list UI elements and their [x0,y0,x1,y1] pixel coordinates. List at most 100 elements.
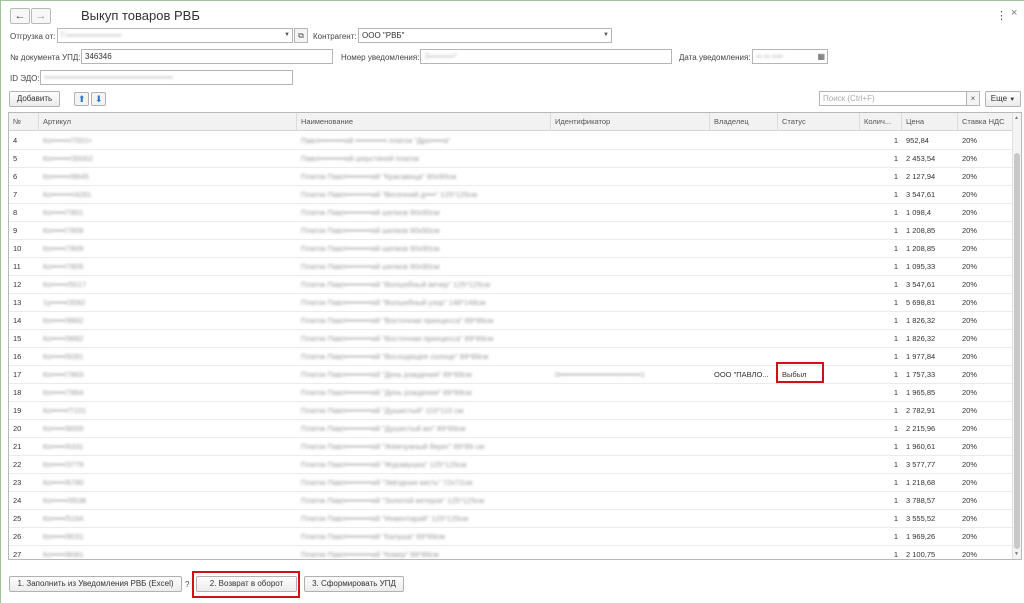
col-number[interactable]: № [9,113,39,131]
cell-art: Ко•••••/3779 [43,460,84,469]
scroll-down-icon[interactable]: ▼ [1014,551,1019,557]
cell-owner [710,330,778,348]
move-up-button[interactable]: ⬆ [74,92,89,106]
table-row[interactable]: 23 Ко•••••/6780 Платок Павл••••••••••ий "З… [9,474,1013,492]
scrollbar-thumb[interactable] [1014,153,1020,549]
table-row[interactable]: 19 Ко••••••/7101 Платок Павл••••••••••ий "… [9,402,1013,420]
back-button[interactable]: ← [10,8,30,24]
table-row[interactable]: 8 Ко•••••/7801 Платок Павл••••••••••ий шел… [9,204,1013,222]
cell-name: Павл••••••••••ий шерстяной платок [301,154,419,163]
calendar-icon[interactable]: ▦ [817,50,825,63]
cell-id [551,456,710,474]
col-article[interactable]: Артикул [39,113,297,131]
table-row[interactable]: 15 Ко•••••/9882 Платок Павл••••••••••ий "В… [9,330,1013,348]
cell-name: Павл••••••••••ий •••••••••••• платок "Др… [301,136,451,145]
cell-qty: 1 [893,244,898,253]
scroll-up-icon[interactable]: ▲ [1014,115,1019,121]
shipment-field[interactable]: Г•••••••••••••••••••• ▼ [57,28,293,43]
cell-status [778,312,860,330]
table-row[interactable]: 25 Ко•••••/5164 Платок Павл••••••••••ий "И… [9,510,1013,528]
notice-number-field[interactable]: З•••••••••* [420,49,672,64]
chevron-down-icon[interactable]: ▼ [603,29,609,42]
move-down-button[interactable]: ⬇ [91,92,106,106]
table-row[interactable]: 24 Ко••••••/9538 Платок Павл••••••••••ий "… [9,492,1013,510]
cell-name: Платок Павл••••••••••ий "Золотой ветерок… [301,496,485,505]
table-row[interactable]: 14 Ко•••••/9882 Платок Павл••••••••••ий "В… [9,312,1013,330]
table-row[interactable]: 27 Ко•••••/8081 Платок Павл••••••••••ий "К… [9,546,1013,559]
table-row[interactable]: 13 1у••••••/3582 Платок Павл••••••••••ий "… [9,294,1013,312]
clear-search-button[interactable]: × [966,91,980,106]
help-icon[interactable]: ? [185,580,189,589]
cell-id: 0•••••••••••••••••••••••••••••••1 [555,370,645,379]
search-input[interactable]: Поиск (Ctrl+F) [819,91,969,106]
cell-price: 1 757,33 [906,370,936,379]
table-row[interactable]: 6 Ко•••••••/8645 Платок Павл••••••••••ий "… [9,168,1013,186]
col-quantity[interactable]: Колич... [860,113,902,131]
col-vat[interactable]: Ставка НДС [958,113,1013,131]
cell-price: 5 698,81 [906,298,936,307]
cell-price: 1 965,85 [906,388,936,397]
status-highlight-box [776,362,824,383]
col-identifier[interactable]: Идентификатор [551,113,710,131]
goods-table[interactable]: № Артикул Наименование Идентификатор Вла… [8,112,1022,560]
cell-vat: 20% [962,190,978,199]
cell-art: Ко•••••/9882 [43,334,84,343]
cell-qty: 1 [893,298,898,307]
cell-vat: 20% [962,550,978,559]
table-row[interactable]: 17 Ко•••••/7863 Платок Павл••••••••••ий "Д… [9,366,1013,384]
table-row[interactable]: 5 Ко•••••••/30002 Павл••••••••••ий шерстян… [9,150,1013,168]
cell-status [778,510,860,528]
table-row[interactable]: 20 Ко•••••/8009 Платок Павл••••••••••ий "Д… [9,420,1013,438]
table-row[interactable]: 11 Ко•••••/7805 Платок Павл••••••••••ий ше… [9,258,1013,276]
cell-vat: 20% [962,478,978,487]
add-button[interactable]: Добавить [9,91,60,107]
cell-id [551,294,710,312]
cell-name: Платок Павл••••••••••ий "Душистый мо" 89… [301,424,466,433]
col-price[interactable]: Цена [902,113,958,131]
counterparty-field[interactable]: ООО "РВБ" ▼ [358,28,612,43]
table-row[interactable]: 22 Ко•••••/3779 Платок Павл••••••••••ий "Ж… [9,456,1013,474]
upd-number-field[interactable]: 346346 [81,49,333,64]
cell-art: Ко•••••/8009 [43,424,84,433]
table-row[interactable]: 12 Ко••••••/5017 Платок Павл••••••••••ий "… [9,276,1013,294]
cell-price: 2 127,94 [906,172,936,181]
table-row[interactable]: 18 Ко•••••/7864 Платок Павл••••••••••ий "Д… [9,384,1013,402]
cell-name: Платок Павл••••••••••ий "Восточная принц… [301,334,494,343]
cell-price: 1 960,61 [906,442,936,451]
cell-vat: 20% [962,298,978,307]
table-scrollbar[interactable]: ▲ ▼ [1012,113,1021,559]
table-row[interactable]: 21 Ко•••••/6331 Платок Павл••••••••••ий "Ж… [9,438,1013,456]
col-status[interactable]: Статус [778,113,860,131]
table-row[interactable]: 7 Ко••••••••/4281 Платок Павл••••••••••ий … [9,186,1013,204]
table-row[interactable]: 10 Ко•••••/7809 Платок Павл••••••••••ий ше… [9,240,1013,258]
shipment-value: Г•••••••••••••••••••• [61,31,122,40]
table-row[interactable]: 4 Ко•••••••/7001• Павл••••••••••ий •••••••… [9,132,1013,150]
generate-upd-button[interactable]: 3. Сформировать УПД [304,576,404,592]
notice-date-label: Дата уведомления: [679,53,751,62]
cell-vat: 20% [962,316,978,325]
more-button[interactable]: Еще ▼ [985,91,1021,107]
fill-from-notice-button[interactable]: 1. Заполнить из Уведомления РВБ (Excel) [9,576,182,592]
more-menu-icon[interactable]: ⋮ [996,9,1007,22]
cell-vat: 20% [962,334,978,343]
cell-name: Платок Павл••••••••••ий "Весенний д••••"… [301,190,478,199]
cell-id [551,402,710,420]
cell-qty: 1 [893,280,898,289]
table-row[interactable]: 16 Ко•••••/9281 Платок Павл••••••••••ий "В… [9,348,1013,366]
forward-button[interactable]: → [31,8,51,24]
cell-name: Платок Павл••••••••••ий "День рождения" … [301,370,472,379]
close-icon[interactable]: × [1011,7,1017,19]
table-row[interactable]: 26 Ко•••••/8031 Платок Павл••••••••••ий "К… [9,528,1013,546]
cell-price: 3 555,52 [906,514,936,523]
table-row[interactable]: 9 Ко•••••/7809 Платок Павл••••••••••ий шел… [9,222,1013,240]
chevron-down-icon[interactable]: ▼ [284,29,290,42]
col-owner[interactable]: Владелец [710,113,778,131]
cell-n: 5 [13,154,18,163]
edo-field[interactable]: ••••••••••••••••••••••••••••••••••••••••… [40,70,293,85]
notice-date-field[interactable]: ••.••.•••• ▦ [752,49,828,64]
cell-id [551,240,710,258]
open-link-icon[interactable]: ⧉ [294,28,308,43]
cell-n: 11 [13,262,21,271]
col-name[interactable]: Наименование [297,113,551,131]
cell-id [551,222,710,240]
